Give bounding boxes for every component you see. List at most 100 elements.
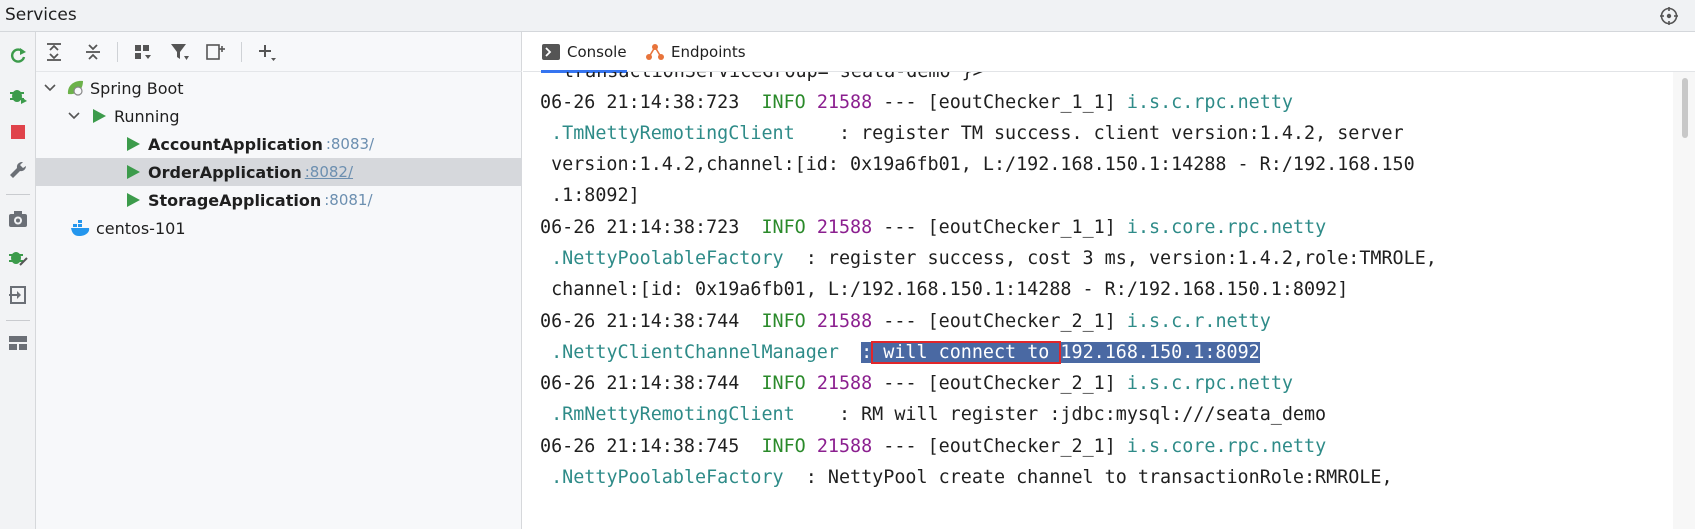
chevron-down-icon[interactable] — [42, 80, 58, 96]
log-line: .TmNettyRemotingClient : register TM suc… — [540, 118, 1404, 149]
console-icon — [541, 42, 561, 62]
log-line-partial: transactionServiceGroup='seata-demo'}> — [563, 72, 984, 87]
console-panel: Console Endpoints transactionServiceGrou… — [523, 32, 1695, 529]
run-icon — [122, 134, 144, 154]
expand-all-icon[interactable] — [42, 40, 66, 64]
scrollbar-thumb[interactable] — [1682, 78, 1688, 138]
selected-text: : — [861, 342, 873, 363]
rerun-icon[interactable] — [6, 44, 30, 68]
log-logger: i.s.c.rpc.netty — [1126, 92, 1293, 113]
log-logger-class: .RmNettyRemotingClient — [551, 404, 795, 425]
app-port-link[interactable]: :8083/ — [326, 135, 374, 153]
layout-icon[interactable] — [6, 331, 30, 355]
tree-node-storage-application[interactable]: StorageApplication :8081/ — [36, 186, 522, 214]
log-pid: 21588 — [816, 217, 873, 238]
tree-node-spring-boot[interactable]: Spring Boot — [36, 74, 522, 102]
tree-node-docker[interactable]: centos-101 — [36, 214, 522, 242]
log-timestamp: 06-26 21:14:38:744 — [540, 373, 740, 394]
window-title: Services — [5, 5, 77, 25]
log-logger: i.s.c.r.netty — [1126, 311, 1271, 332]
log-line: 06-26 21:14:38:744 INFO 21588 --- [eoutC… — [540, 368, 1293, 399]
tree-node-account-application[interactable]: AccountApplication :8083/ — [36, 130, 522, 158]
log-level: INFO — [761, 92, 806, 113]
log-timestamp: 06-26 21:14:38:723 — [540, 217, 740, 238]
app-name: StorageApplication — [148, 190, 322, 210]
log-thread: --- [eoutChecker_2_1] — [883, 311, 1116, 332]
log-level: INFO — [761, 311, 806, 332]
new-service-icon[interactable] — [204, 40, 228, 64]
toolbar-separator — [6, 320, 30, 321]
pin-bug-icon[interactable] — [6, 246, 30, 270]
camera-icon[interactable] — [6, 207, 30, 231]
services-title-bar: Services — [0, 0, 1695, 32]
toolbar-separator — [117, 42, 118, 62]
tab-console[interactable]: Console — [541, 32, 627, 73]
endpoints-icon — [645, 42, 665, 62]
console-output[interactable]: transactionServiceGroup='seata-demo'}> 0… — [523, 72, 1673, 529]
log-line: .NettyClientChannelManager : will connec… — [540, 337, 1260, 368]
log-timestamp: 06-26 21:14:38:723 — [540, 92, 740, 113]
app-port-link[interactable]: :8082/ — [305, 163, 353, 181]
crosshair-gear-icon[interactable] — [1659, 6, 1679, 26]
debug-bug-icon[interactable] — [6, 83, 30, 107]
chevron-down-icon[interactable] — [66, 108, 82, 124]
selected-address: 192.168.150.1:8092 — [1060, 342, 1260, 363]
app-name: OrderApplication — [148, 162, 302, 182]
log-level: INFO — [761, 373, 806, 394]
log-level: INFO — [761, 217, 806, 238]
services-tree-panel: Spring Boot Running AccountApplication :… — [36, 32, 522, 529]
log-line: .NettyPoolableFactory : register success… — [540, 243, 1437, 274]
tree-label-running: Running — [114, 106, 180, 126]
filter-icon[interactable] — [168, 40, 192, 64]
toolbar-separator — [241, 42, 242, 62]
log-thread: --- [eoutChecker_1_1] — [883, 92, 1116, 113]
log-line: version:1.4.2,channel:[id: 0x19a6fb01, L… — [540, 154, 1415, 175]
run-icon — [88, 106, 110, 126]
app-port-link[interactable]: :8081/ — [324, 191, 372, 209]
log-line: channel:[id: 0x19a6fb01, L:/192.168.150.… — [540, 279, 1349, 300]
console-scrollbar[interactable] — [1673, 72, 1695, 529]
log-logger: i.s.c.rpc.netty — [1126, 373, 1293, 394]
tree-label-spring-boot: Spring Boot — [90, 78, 184, 98]
log-timestamp: 06-26 21:14:38:744 — [540, 311, 740, 332]
log-logger-class: .NettyClientChannelManager — [551, 342, 839, 363]
highlighted-selection: will connect to — [871, 341, 1062, 364]
log-line: 06-26 21:14:38:723 INFO 21588 --- [eoutC… — [540, 212, 1326, 243]
spring-boot-icon — [64, 78, 86, 98]
left-action-toolbar — [0, 32, 36, 529]
log-thread: --- [eoutChecker_1_1] — [883, 217, 1116, 238]
tree-toolbar — [36, 32, 522, 72]
log-pid: 21588 — [816, 373, 873, 394]
log-thread: --- [eoutChecker_2_1] — [883, 436, 1116, 457]
log-line: .1:8092] — [540, 185, 640, 206]
log-line: .NettyPoolableFactory : NettyPool create… — [540, 462, 1392, 493]
tab-console-label: Console — [567, 43, 627, 61]
tree-node-running[interactable]: Running — [36, 102, 522, 130]
run-icon — [122, 162, 144, 182]
log-line: .RmNettyRemotingClient : RM will registe… — [540, 399, 1326, 430]
log-timestamp: 06-26 21:14:38:745 — [540, 436, 740, 457]
add-icon[interactable] — [255, 40, 279, 64]
log-logger-class: .NettyPoolableFactory — [551, 248, 784, 269]
collapse-all-icon[interactable] — [81, 40, 105, 64]
group-icon[interactable] — [131, 40, 155, 64]
docker-icon — [70, 218, 92, 238]
log-logger: i.s.core.rpc.netty — [1126, 436, 1327, 457]
log-line: 06-26 21:14:38:745 INFO 21588 --- [eoutC… — [540, 431, 1326, 462]
tab-endpoints[interactable]: Endpoints — [645, 32, 746, 72]
log-pid: 21588 — [816, 311, 873, 332]
log-message: : register TM success. client version:1.… — [794, 123, 1404, 144]
console-tabs: Console Endpoints — [523, 32, 1695, 73]
tree-label-docker: centos-101 — [96, 218, 186, 238]
log-line: 06-26 21:14:38:723 INFO 21588 --- [eoutC… — [540, 87, 1293, 118]
log-level: INFO — [761, 436, 806, 457]
log-thread: --- [eoutChecker_2_1] — [883, 373, 1116, 394]
exit-icon[interactable] — [6, 283, 30, 307]
wrench-icon[interactable] — [6, 158, 30, 182]
stop-icon[interactable] — [6, 120, 30, 144]
log-line: 06-26 21:14:38:744 INFO 21588 --- [eoutC… — [540, 306, 1271, 337]
toolbar-separator — [6, 194, 30, 195]
tree-node-order-application[interactable]: OrderApplication :8082/ — [36, 158, 522, 186]
run-icon — [122, 190, 144, 210]
log-message: : register success, cost 3 ms, version:1… — [783, 248, 1437, 269]
